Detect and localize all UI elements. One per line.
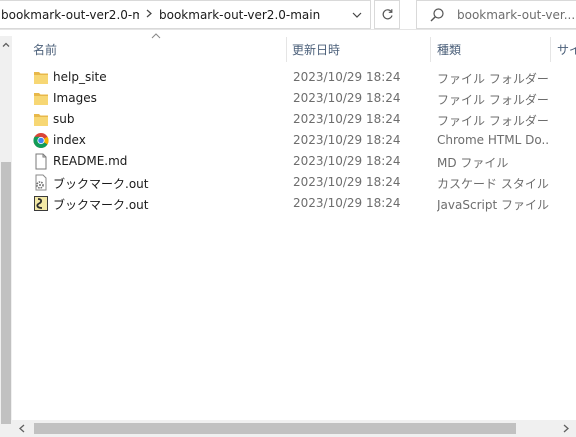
folder-icon	[34, 93, 48, 105]
file-date: 2023/10/29 18:24	[293, 175, 401, 189]
file-type: Chrome HTML Do...	[437, 133, 549, 147]
column-header-name[interactable]: 名前	[33, 41, 57, 58]
file-name: Images	[53, 91, 97, 105]
chevron-right-icon[interactable]	[139, 9, 159, 21]
refresh-icon	[382, 9, 393, 20]
refresh-button[interactable]	[374, 0, 400, 29]
folder-icon	[34, 72, 48, 84]
file-type: ファイル フォルダー	[437, 72, 549, 86]
file-name: ブックマーク.out	[53, 198, 149, 212]
file-date: 2023/10/29 18:24	[293, 91, 401, 105]
address-bar: bookmark-out-ver2.0-m... bookmark-out-ve…	[0, 0, 576, 30]
gear-document-icon	[35, 174, 47, 191]
column-header-row: 名前 更新日時 種類 サイ	[12, 33, 576, 62]
file-name: help_site	[53, 70, 107, 84]
sort-ascending-icon	[151, 33, 161, 39]
chrome-icon	[33, 133, 49, 149]
file-row[interactable]: Images 2023/10/29 18:24 ファイル フォルダー	[0, 88, 576, 109]
horizontal-scrollbar[interactable]	[12, 420, 576, 437]
file-name: README.md	[53, 154, 128, 168]
horizontal-scrollbar-thumb[interactable]	[34, 423, 516, 434]
file-row[interactable]: README.md 2023/10/29 18:24 MD ファイル	[0, 151, 576, 172]
scroll-up-arrow-icon[interactable]	[1, 40, 11, 50]
file-row[interactable]: sub 2023/10/29 18:24 ファイル フォルダー	[0, 109, 576, 130]
file-row[interactable]: index 2023/10/29 18:24 Chrome HTML Do...	[0, 130, 576, 151]
file-type: ファイル フォルダー	[437, 114, 549, 128]
document-icon	[35, 153, 47, 170]
chevron-down-icon[interactable]	[344, 1, 370, 29]
scroll-left-arrow-icon[interactable]	[18, 424, 26, 433]
file-date: 2023/10/29 18:24	[293, 112, 401, 126]
column-divider[interactable]	[430, 37, 431, 62]
file-name: index	[53, 133, 86, 147]
folder-icon	[34, 114, 48, 126]
column-divider[interactable]	[286, 37, 287, 62]
file-date: 2023/10/29 18:24	[293, 196, 401, 210]
column-header-date[interactable]: 更新日時	[292, 41, 340, 58]
file-name: sub	[53, 112, 75, 126]
file-row[interactable]: ブックマーク.out 2023/10/29 18:24 カスケード スタイル シ…	[0, 172, 576, 193]
file-row[interactable]: ブックマーク.out 2023/10/29 18:24 JavaScript フ…	[0, 193, 576, 214]
file-name: ブックマーク.out	[53, 177, 149, 191]
file-row[interactable]: help_site 2023/10/29 18:24 ファイル フォルダー	[0, 67, 576, 88]
breadcrumb[interactable]: bookmark-out-ver2.0-m... bookmark-out-ve…	[0, 0, 371, 29]
script-icon	[34, 196, 48, 211]
file-list: help_site 2023/10/29 18:24 ファイル フォルダー Im…	[0, 67, 576, 214]
file-type: JavaScript ファイル	[437, 198, 549, 212]
breadcrumb-current[interactable]: bookmark-out-ver2.0-main	[159, 8, 320, 22]
file-type: ファイル フォルダー	[437, 93, 549, 107]
column-header-size[interactable]: サイ	[557, 41, 576, 58]
column-divider[interactable]	[550, 37, 551, 62]
search-input[interactable]: bookmark-out-ver...	[457, 8, 575, 22]
file-date: 2023/10/29 18:24	[293, 70, 401, 84]
search-icon	[430, 7, 444, 21]
file-type: MD ファイル	[437, 156, 509, 170]
file-date: 2023/10/29 18:24	[293, 154, 401, 168]
file-date: 2023/10/29 18:24	[293, 133, 401, 147]
file-type: カスケード スタイル シ...	[437, 177, 549, 191]
search-box[interactable]: bookmark-out-ver...	[416, 0, 576, 29]
scroll-right-arrow-icon[interactable]	[562, 424, 570, 433]
breadcrumb-parent[interactable]: bookmark-out-ver2.0-m...	[1, 8, 139, 22]
column-header-type[interactable]: 種類	[437, 41, 461, 58]
